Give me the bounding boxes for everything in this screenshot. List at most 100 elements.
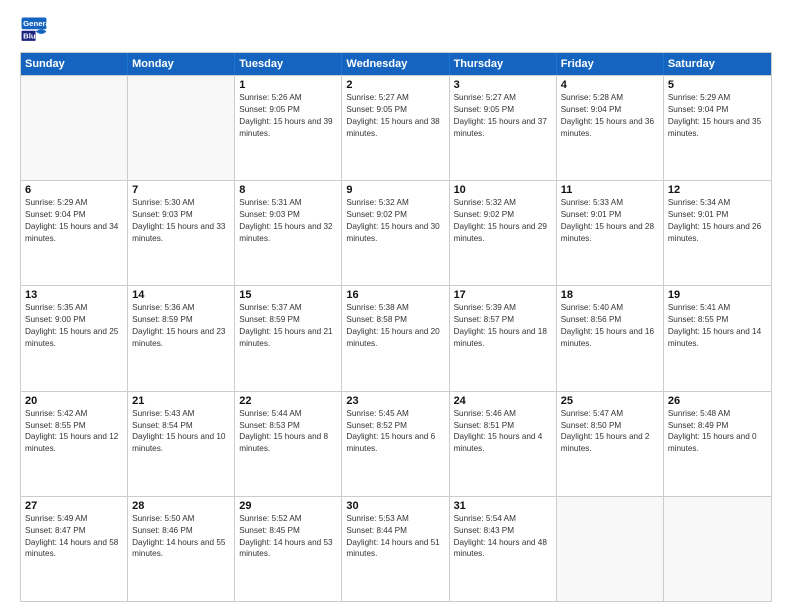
calendar-cell-day-7: 7Sunrise: 5:30 AM Sunset: 9:03 PM Daylig… <box>128 181 235 285</box>
day-number: 27 <box>25 500 123 512</box>
calendar-cell-day-18: 18Sunrise: 5:40 AM Sunset: 8:56 PM Dayli… <box>557 286 664 390</box>
weekday-header-thursday: Thursday <box>450 53 557 75</box>
sun-info: Sunrise: 5:34 AM Sunset: 9:01 PM Dayligh… <box>668 197 767 245</box>
calendar-cell-day-10: 10Sunrise: 5:32 AM Sunset: 9:02 PM Dayli… <box>450 181 557 285</box>
day-number: 29 <box>239 500 337 512</box>
calendar-cell-day-2: 2Sunrise: 5:27 AM Sunset: 9:05 PM Daylig… <box>342 76 449 180</box>
calendar-cell-day-29: 29Sunrise: 5:52 AM Sunset: 8:45 PM Dayli… <box>235 497 342 601</box>
sun-info: Sunrise: 5:27 AM Sunset: 9:05 PM Dayligh… <box>454 92 552 140</box>
day-number: 19 <box>668 289 767 301</box>
calendar-cell-day-30: 30Sunrise: 5:53 AM Sunset: 8:44 PM Dayli… <box>342 497 449 601</box>
day-number: 10 <box>454 184 552 196</box>
logo: General Blue <box>20 16 48 44</box>
sun-info: Sunrise: 5:40 AM Sunset: 8:56 PM Dayligh… <box>561 302 659 350</box>
day-number: 8 <box>239 184 337 196</box>
day-number: 31 <box>454 500 552 512</box>
day-number: 3 <box>454 79 552 91</box>
sun-info: Sunrise: 5:42 AM Sunset: 8:55 PM Dayligh… <box>25 408 123 456</box>
calendar-cell-day-9: 9Sunrise: 5:32 AM Sunset: 9:02 PM Daylig… <box>342 181 449 285</box>
weekday-header-tuesday: Tuesday <box>235 53 342 75</box>
day-number: 24 <box>454 395 552 407</box>
day-number: 13 <box>25 289 123 301</box>
sun-info: Sunrise: 5:48 AM Sunset: 8:49 PM Dayligh… <box>668 408 767 456</box>
calendar-row-1: 6Sunrise: 5:29 AM Sunset: 9:04 PM Daylig… <box>21 180 771 285</box>
calendar-cell-day-13: 13Sunrise: 5:35 AM Sunset: 9:00 PM Dayli… <box>21 286 128 390</box>
day-number: 22 <box>239 395 337 407</box>
sun-info: Sunrise: 5:41 AM Sunset: 8:55 PM Dayligh… <box>668 302 767 350</box>
weekday-header-friday: Friday <box>557 53 664 75</box>
day-number: 17 <box>454 289 552 301</box>
sun-info: Sunrise: 5:32 AM Sunset: 9:02 PM Dayligh… <box>346 197 444 245</box>
calendar-cell-empty <box>128 76 235 180</box>
day-number: 30 <box>346 500 444 512</box>
calendar-cell-day-6: 6Sunrise: 5:29 AM Sunset: 9:04 PM Daylig… <box>21 181 128 285</box>
calendar-cell-day-1: 1Sunrise: 5:26 AM Sunset: 9:05 PM Daylig… <box>235 76 342 180</box>
calendar-cell-empty <box>557 497 664 601</box>
day-number: 1 <box>239 79 337 91</box>
weekday-header-saturday: Saturday <box>664 53 771 75</box>
calendar-cell-day-12: 12Sunrise: 5:34 AM Sunset: 9:01 PM Dayli… <box>664 181 771 285</box>
calendar-cell-day-11: 11Sunrise: 5:33 AM Sunset: 9:01 PM Dayli… <box>557 181 664 285</box>
calendar-cell-day-27: 27Sunrise: 5:49 AM Sunset: 8:47 PM Dayli… <box>21 497 128 601</box>
calendar-cell-day-5: 5Sunrise: 5:29 AM Sunset: 9:04 PM Daylig… <box>664 76 771 180</box>
day-number: 4 <box>561 79 659 91</box>
sun-info: Sunrise: 5:54 AM Sunset: 8:43 PM Dayligh… <box>454 513 552 561</box>
sun-info: Sunrise: 5:39 AM Sunset: 8:57 PM Dayligh… <box>454 302 552 350</box>
calendar-header: SundayMondayTuesdayWednesdayThursdayFrid… <box>21 53 771 75</box>
calendar-cell-day-23: 23Sunrise: 5:45 AM Sunset: 8:52 PM Dayli… <box>342 392 449 496</box>
calendar-row-2: 13Sunrise: 5:35 AM Sunset: 9:00 PM Dayli… <box>21 285 771 390</box>
sun-info: Sunrise: 5:45 AM Sunset: 8:52 PM Dayligh… <box>346 408 444 456</box>
calendar-cell-day-28: 28Sunrise: 5:50 AM Sunset: 8:46 PM Dayli… <box>128 497 235 601</box>
calendar-cell-day-4: 4Sunrise: 5:28 AM Sunset: 9:04 PM Daylig… <box>557 76 664 180</box>
sun-info: Sunrise: 5:26 AM Sunset: 9:05 PM Dayligh… <box>239 92 337 140</box>
sun-info: Sunrise: 5:44 AM Sunset: 8:53 PM Dayligh… <box>239 408 337 456</box>
sun-info: Sunrise: 5:30 AM Sunset: 9:03 PM Dayligh… <box>132 197 230 245</box>
sun-info: Sunrise: 5:32 AM Sunset: 9:02 PM Dayligh… <box>454 197 552 245</box>
sun-info: Sunrise: 5:47 AM Sunset: 8:50 PM Dayligh… <box>561 408 659 456</box>
calendar-cell-day-19: 19Sunrise: 5:41 AM Sunset: 8:55 PM Dayli… <box>664 286 771 390</box>
day-number: 5 <box>668 79 767 91</box>
calendar-cell-day-26: 26Sunrise: 5:48 AM Sunset: 8:49 PM Dayli… <box>664 392 771 496</box>
sun-info: Sunrise: 5:52 AM Sunset: 8:45 PM Dayligh… <box>239 513 337 561</box>
calendar-cell-empty <box>664 497 771 601</box>
calendar-cell-day-15: 15Sunrise: 5:37 AM Sunset: 8:59 PM Dayli… <box>235 286 342 390</box>
day-number: 7 <box>132 184 230 196</box>
calendar-cell-day-14: 14Sunrise: 5:36 AM Sunset: 8:59 PM Dayli… <box>128 286 235 390</box>
weekday-header-wednesday: Wednesday <box>342 53 449 75</box>
day-number: 14 <box>132 289 230 301</box>
day-number: 11 <box>561 184 659 196</box>
calendar-body: 1Sunrise: 5:26 AM Sunset: 9:05 PM Daylig… <box>21 75 771 601</box>
sun-info: Sunrise: 5:36 AM Sunset: 8:59 PM Dayligh… <box>132 302 230 350</box>
sun-info: Sunrise: 5:27 AM Sunset: 9:05 PM Dayligh… <box>346 92 444 140</box>
day-number: 20 <box>25 395 123 407</box>
sun-info: Sunrise: 5:33 AM Sunset: 9:01 PM Dayligh… <box>561 197 659 245</box>
day-number: 25 <box>561 395 659 407</box>
calendar-cell-day-8: 8Sunrise: 5:31 AM Sunset: 9:03 PM Daylig… <box>235 181 342 285</box>
sun-info: Sunrise: 5:50 AM Sunset: 8:46 PM Dayligh… <box>132 513 230 561</box>
day-number: 21 <box>132 395 230 407</box>
day-number: 15 <box>239 289 337 301</box>
day-number: 6 <box>25 184 123 196</box>
logo-icon: General Blue <box>20 16 48 44</box>
svg-text:Blue: Blue <box>23 32 41 41</box>
day-number: 18 <box>561 289 659 301</box>
day-number: 12 <box>668 184 767 196</box>
day-number: 23 <box>346 395 444 407</box>
day-number: 9 <box>346 184 444 196</box>
calendar-cell-day-25: 25Sunrise: 5:47 AM Sunset: 8:50 PM Dayli… <box>557 392 664 496</box>
day-number: 26 <box>668 395 767 407</box>
calendar-cell-day-3: 3Sunrise: 5:27 AM Sunset: 9:05 PM Daylig… <box>450 76 557 180</box>
calendar-cell-day-24: 24Sunrise: 5:46 AM Sunset: 8:51 PM Dayli… <box>450 392 557 496</box>
sun-info: Sunrise: 5:38 AM Sunset: 8:58 PM Dayligh… <box>346 302 444 350</box>
sun-info: Sunrise: 5:49 AM Sunset: 8:47 PM Dayligh… <box>25 513 123 561</box>
calendar-row-0: 1Sunrise: 5:26 AM Sunset: 9:05 PM Daylig… <box>21 75 771 180</box>
calendar-cell-day-31: 31Sunrise: 5:54 AM Sunset: 8:43 PM Dayli… <box>450 497 557 601</box>
calendar: SundayMondayTuesdayWednesdayThursdayFrid… <box>20 52 772 602</box>
sun-info: Sunrise: 5:53 AM Sunset: 8:44 PM Dayligh… <box>346 513 444 561</box>
calendar-row-4: 27Sunrise: 5:49 AM Sunset: 8:47 PM Dayli… <box>21 496 771 601</box>
calendar-cell-empty <box>21 76 128 180</box>
sun-info: Sunrise: 5:43 AM Sunset: 8:54 PM Dayligh… <box>132 408 230 456</box>
calendar-cell-day-16: 16Sunrise: 5:38 AM Sunset: 8:58 PM Dayli… <box>342 286 449 390</box>
sun-info: Sunrise: 5:37 AM Sunset: 8:59 PM Dayligh… <box>239 302 337 350</box>
calendar-cell-day-22: 22Sunrise: 5:44 AM Sunset: 8:53 PM Dayli… <box>235 392 342 496</box>
